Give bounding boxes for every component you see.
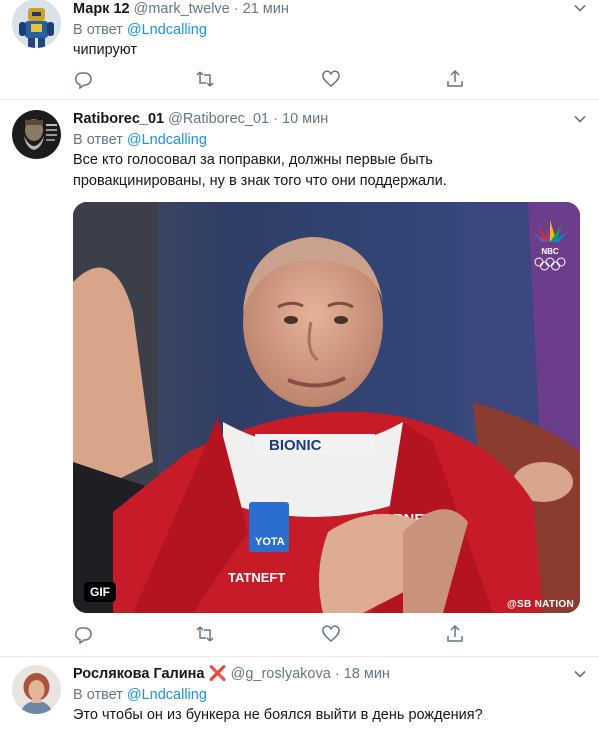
author-handle[interactable]: @mark_twelve (134, 1, 230, 17)
heart-icon[interactable] (321, 69, 341, 89)
share-icon[interactable] (445, 69, 465, 89)
cross-mark-icon: ❌ (208, 666, 227, 682)
reply-context: В ответ @Lndcalling (73, 130, 587, 150)
tweet-text-line: провакцинированы, ну в знак того что они… (73, 173, 447, 189)
tweet-header: Ratiborec_01 @Ratiborec_01 · 10 мин (73, 110, 587, 130)
tweet-header: Марк 12 @mark_twelve · 21 мин (73, 0, 587, 20)
reply-icon[interactable] (73, 69, 93, 90)
reply-to-link[interactable]: @Lndcalling (127, 132, 207, 148)
author-name[interactable]: Ratiborec_01 (73, 111, 164, 127)
reply-to-link[interactable]: @Lndcalling (127, 22, 207, 38)
tweet-text: Все кто голосовал за поправки, должны пе… (73, 150, 587, 192)
watermark: @SB NATION (506, 599, 574, 610)
tweet[interactable]: Ratiborec_01 @Ratiborec_01 · 10 мин В от… (0, 100, 599, 657)
tweet-actions (73, 69, 473, 90)
woman-avatar-icon (12, 665, 61, 714)
author-handle[interactable]: @g_roslyakova (231, 666, 331, 682)
reply-prefix: В ответ (73, 22, 123, 38)
separator: · (273, 111, 278, 127)
reply-prefix: В ответ (73, 687, 123, 703)
author-handle[interactable]: @Ratiborec_01 (168, 111, 269, 127)
tweet-text-line: Все кто голосовал за поправки, должны пе… (73, 152, 433, 168)
tweet-actions (73, 624, 473, 645)
reply-icon[interactable] (73, 624, 93, 645)
tweet-text: Это чтобы он из бункера не боялся выйти … (73, 707, 483, 723)
retweet-icon[interactable] (195, 69, 215, 89)
separator: · (233, 1, 239, 17)
jacket-text: BIONIC (269, 437, 322, 454)
jacket-text: YOTA (255, 536, 285, 548)
tweet[interactable]: Рослякова Галина ❌ @g_roslyakova · 18 ми… (0, 657, 599, 738)
man-clapping-image: BIONIC YOTA TATNEFT VARNET ering (73, 202, 580, 613)
reply-prefix: В ответ (73, 132, 123, 148)
share-icon[interactable] (445, 624, 465, 644)
reply-to-link[interactable]: @Lndcalling (127, 687, 207, 703)
timestamp[interactable]: 21 мин (243, 1, 289, 17)
chevron-down-icon[interactable] (573, 1, 587, 15)
timestamp[interactable]: 18 мин (344, 666, 390, 682)
chevron-down-icon[interactable] (573, 667, 587, 681)
reply-context: В ответ @Lndcalling (73, 685, 587, 705)
tweet-text: чипируют (73, 42, 137, 58)
heart-icon[interactable] (321, 624, 341, 644)
jacket-text: TATNEFT (228, 570, 285, 585)
tweet[interactable]: Марк 12 @mark_twelve · 21 мин В ответ @L… (0, 0, 599, 100)
robot-avatar-icon (12, 0, 61, 48)
nbc-text: NBC (541, 247, 559, 256)
nbc-logo: NBC (530, 220, 570, 272)
peacock-logo-icon: NBC (532, 220, 568, 271)
gif-badge: GIF (84, 582, 116, 602)
avatar[interactable] (12, 0, 61, 48)
bearded-man-avatar-icon (12, 110, 61, 159)
author-name[interactable]: Рослякова Галина (73, 666, 205, 682)
tweet-header: Рослякова Галина ❌ @g_roslyakova · 18 ми… (73, 665, 587, 685)
avatar[interactable] (12, 665, 61, 714)
author-name[interactable]: Марк 12 (73, 1, 130, 17)
separator: · (334, 666, 340, 682)
chevron-down-icon[interactable] (573, 112, 587, 126)
retweet-icon[interactable] (195, 624, 215, 644)
reply-context: В ответ @Lndcalling (73, 20, 587, 40)
gif-media[interactable]: BIONIC YOTA TATNEFT VARNET ering (73, 202, 580, 613)
avatar[interactable] (12, 110, 61, 159)
timestamp[interactable]: 10 мин (282, 111, 328, 127)
